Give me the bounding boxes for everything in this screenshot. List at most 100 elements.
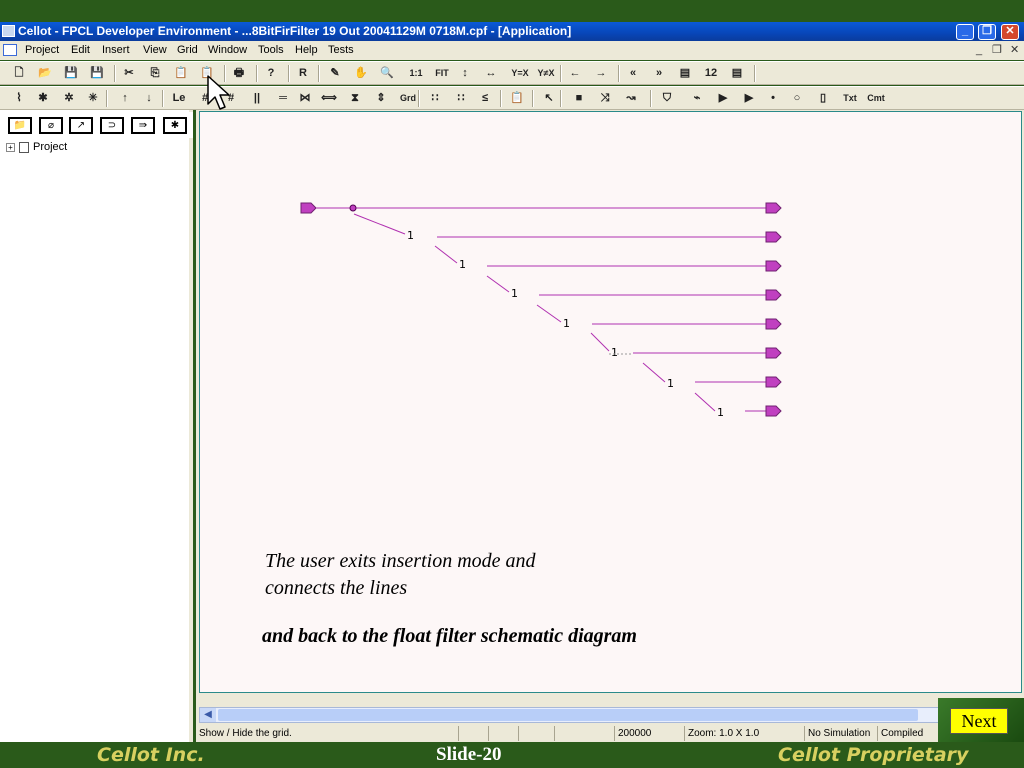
star-icon[interactable]: ✱ [34, 90, 52, 107]
restore-button[interactable]: ❐ [978, 24, 996, 40]
app-icon[interactable] [2, 25, 15, 37]
diagonal-wire[interactable] [434, 245, 458, 264]
menu-grid[interactable]: Grid [177, 41, 198, 60]
lessthan-icon[interactable]: ≤ [476, 90, 494, 107]
dots2-icon[interactable]: ∷ [452, 90, 470, 107]
palette-star-icon[interactable]: ✱ [163, 117, 187, 134]
grd-off-icon[interactable]: Grd Off [396, 90, 420, 120]
close-button[interactable]: ✕ [1001, 24, 1019, 40]
palette-folder-icon[interactable]: 📁 [8, 117, 32, 134]
zoom-fit[interactable]: FIT [430, 65, 454, 82]
output-port-icon[interactable] [765, 347, 782, 359]
diagonal-wire[interactable] [486, 275, 510, 293]
diagonal-wire[interactable] [536, 304, 562, 323]
output-port-icon[interactable] [765, 202, 782, 214]
cross-arrow-icon[interactable]: ⤨ [596, 90, 614, 107]
save-all-icon[interactable]: 💾 [88, 65, 106, 82]
schematic-icon[interactable]: ⌇ [10, 90, 28, 107]
save-icon[interactable]: 💾 [62, 65, 80, 82]
star2-icon[interactable]: ✲ [60, 90, 78, 107]
pencil-icon[interactable]: ✎ [326, 65, 344, 82]
menu-edit[interactable]: Edit [71, 41, 90, 60]
wire-icon[interactable]: ⌁ [688, 90, 706, 107]
delay-element-icon[interactable]: 1 [563, 317, 570, 330]
y-neq-x-icon[interactable]: Y≠X [534, 65, 558, 82]
up-arrow-icon[interactable]: ↑ [116, 90, 134, 107]
delay-element-icon[interactable]: 1 [667, 377, 674, 390]
connect-icon[interactable]: ⋈ [296, 90, 314, 107]
dot-icon[interactable]: • [764, 90, 782, 107]
output-port-icon[interactable] [765, 289, 782, 301]
cmt-tool[interactable]: Cmt [864, 90, 888, 107]
document-icon[interactable] [3, 44, 17, 56]
text-tool[interactable]: Txt [838, 90, 862, 107]
palette-port-icon[interactable]: ⊃ [100, 117, 124, 134]
output-port-icon[interactable] [765, 318, 782, 330]
menu-insert[interactable]: Insert [102, 41, 130, 60]
expand-icon[interactable]: + [6, 142, 15, 152]
input-port-icon[interactable] [300, 202, 317, 214]
r-label[interactable]: R [294, 65, 312, 82]
diagonal-wire[interactable] [642, 362, 666, 383]
arrow-left-icon[interactable]: ← [566, 65, 584, 82]
tree-item-project[interactable]: Project [33, 141, 67, 153]
diagonal-wire[interactable] [590, 332, 610, 352]
shield-icon[interactable]: ⛉ [658, 90, 676, 107]
output-port-icon[interactable] [765, 376, 782, 388]
pointer-icon[interactable]: ↖ [540, 90, 558, 107]
delay-element-icon[interactable]: 1 [407, 229, 414, 242]
menu-window[interactable]: Window [208, 41, 247, 60]
page2-icon[interactable]: ▤ [728, 65, 746, 82]
diagonal-wire[interactable] [694, 392, 716, 412]
next-button[interactable]: Next [950, 708, 1008, 734]
y-eq-x-icon[interactable]: Y=X [508, 65, 532, 82]
play2-icon[interactable]: ▶ [740, 90, 758, 107]
horizontal-scrollbar[interactable]: ◀ [199, 707, 939, 723]
zoom-1to1[interactable]: 1:1 [404, 65, 428, 82]
delay-element-icon[interactable]: 1 [611, 346, 618, 359]
menu-view[interactable]: View [143, 41, 167, 60]
scroll-left-icon[interactable]: ◀ [200, 708, 216, 722]
help-icon[interactable]: ? [262, 65, 280, 82]
open-icon[interactable]: 📂 [36, 65, 54, 82]
connect2-icon[interactable]: ⟺ [320, 90, 338, 107]
rect-icon[interactable]: ■ [570, 90, 588, 107]
double-right-icon[interactable]: » [650, 65, 668, 82]
dots-icon[interactable]: ∷ [426, 90, 444, 107]
label-icon[interactable]: Le [170, 90, 188, 107]
diagonal-wire[interactable] [353, 213, 406, 235]
play-icon[interactable]: ▶ [714, 90, 732, 107]
menu-tests[interactable]: Tests [328, 41, 354, 60]
star3-icon[interactable]: ✳ [84, 90, 102, 107]
delay-element-icon[interactable]: 1 [511, 287, 518, 300]
mdi-close-button[interactable]: ✕ [1010, 41, 1019, 60]
minimize-button[interactable]: _ [956, 24, 974, 40]
arrow-right-icon[interactable]: → [592, 65, 610, 82]
print-icon[interactable]: 🖶 [230, 65, 248, 82]
fit-horizontal-icon[interactable]: ↔ [482, 65, 500, 82]
scroll-thumb[interactable] [218, 709, 918, 721]
hlines-icon[interactable]: ═ [274, 90, 292, 107]
menu-help[interactable]: Help [295, 41, 318, 60]
output-port-icon[interactable] [765, 260, 782, 272]
paste-icon[interactable]: 📋 [172, 65, 190, 82]
curve-arrow-icon[interactable]: ↝ [622, 90, 640, 107]
vlines-icon[interactable]: || [248, 90, 266, 107]
mdi-restore-button[interactable]: ❐ [992, 41, 1002, 60]
palette-arrow-icon[interactable]: ↗ [69, 117, 93, 134]
junction-node[interactable] [349, 204, 357, 212]
mdi-minimize-button[interactable]: _ [976, 41, 982, 60]
zoom-icon[interactable]: 🔍 [378, 65, 396, 82]
menu-project[interactable]: Project [25, 41, 59, 60]
fit-vertical-icon[interactable]: ↕ [456, 65, 474, 82]
page-icon[interactable]: ▤ [676, 65, 694, 82]
palette-phi-icon[interactable]: ⌀ [39, 117, 63, 134]
output-port-icon[interactable] [765, 231, 782, 243]
clipboard-icon[interactable]: 📋 [508, 90, 526, 107]
delay-element-icon[interactable]: 1 [459, 258, 466, 271]
schematic-diagram[interactable]: 1 1 1 1 1 1 1 [199, 111, 1022, 693]
delay-element-icon[interactable]: 1 [717, 406, 724, 419]
down-arrow-icon[interactable]: ↓ [140, 90, 158, 107]
hourglass-icon[interactable]: ⧗ [346, 90, 364, 107]
box-icon[interactable]: ▯ [814, 90, 832, 107]
